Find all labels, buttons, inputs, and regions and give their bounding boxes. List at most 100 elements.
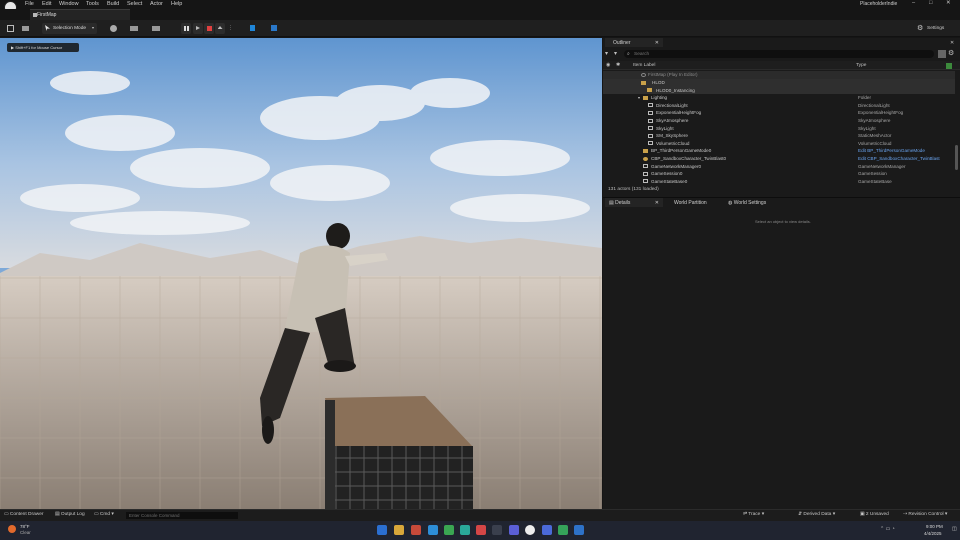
game-mode-icon <box>643 148 648 153</box>
outliner-row[interactable]: FirstMap (Play In Editor) <box>603 71 955 79</box>
derived-data-dropdown[interactable]: ⇵ Derived Data ▾ <box>798 512 835 517</box>
platforms-icon[interactable] <box>269 23 278 34</box>
system-tray-icons[interactable]: ⌃ ▭ ◔ <box>880 526 895 532</box>
add-actor-icon[interactable] <box>108 23 125 34</box>
outliner-row[interactable]: BP_ThirdPersonGameMode0 Edit BP_ThirdPer… <box>603 147 955 155</box>
menu-select[interactable]: Select <box>127 1 142 7</box>
row-label: SM_SkySphere <box>656 133 688 139</box>
revision-control-button[interactable]: ⇢ Revision Control ▾ <box>903 512 947 517</box>
output-log-button[interactable]: ▤ Output Log <box>55 512 85 517</box>
level-viewport[interactable] <box>0 38 602 509</box>
menu-tools[interactable]: Tools <box>86 1 99 7</box>
close-icon[interactable]: ✕ <box>946 0 951 6</box>
folder-icon <box>647 88 652 93</box>
minimize-icon[interactable]: – <box>912 0 915 6</box>
menu-edit[interactable]: Edit <box>42 1 51 7</box>
visibility-column-icon[interactable]: ◉ <box>606 62 610 68</box>
outliner-row[interactable]: SM_SkySphere StaticMeshActor <box>603 132 955 140</box>
taskbar-app-icon[interactable] <box>460 525 470 535</box>
tab-outliner[interactable]: Outliner ✕ <box>605 38 663 47</box>
tab-details[interactable]: ▤ Details ✕ <box>605 198 663 207</box>
outliner-row[interactable]: ExponentialHeightFog ExponentialHeightFo… <box>603 109 955 117</box>
project-name: PlaceholderIndie <box>860 1 898 7</box>
play-options-icon[interactable]: ⋮ <box>226 23 234 34</box>
content-browser-icon[interactable] <box>20 23 31 34</box>
tab-world-partition[interactable]: World Partition <box>665 198 720 207</box>
maximize-icon[interactable]: □ <box>929 0 932 6</box>
file-explorer-icon[interactable] <box>394 525 404 535</box>
edge-icon[interactable] <box>428 525 438 535</box>
eject-button[interactable] <box>215 23 225 34</box>
taskbar-app-icon[interactable] <box>558 525 568 535</box>
folder-add-icon[interactable] <box>938 50 946 58</box>
outliner-row[interactable]: VolumetricCloud VolumetricCloud <box>603 140 955 148</box>
outliner-scrollbar[interactable] <box>955 145 958 170</box>
blueprint-icon[interactable] <box>128 23 145 34</box>
close-panel-icon[interactable]: ✕ <box>950 40 954 46</box>
console-input[interactable]: Enter Console Command <box>126 512 238 519</box>
outliner-row[interactable]: GameNetworkManager0 GameNetworkManager <box>603 163 955 171</box>
document-tab-row <box>0 9 960 20</box>
row-type-edit-link[interactable]: Edit CBP_SandboxCharacter_TwinBlast <box>858 156 940 161</box>
unreal-engine-taskbar-icon[interactable] <box>525 525 535 535</box>
outliner-row[interactable]: HLOD <box>603 79 955 87</box>
tab-first-map[interactable]: FirstMap <box>30 9 130 20</box>
stop-button[interactable] <box>204 23 214 34</box>
outliner-settings-icon[interactable]: ⚙ <box>948 50 956 58</box>
details-tab-label: Details <box>615 200 631 206</box>
menu-help[interactable]: Help <box>171 1 182 7</box>
row-type: SkyAtmosphere <box>858 118 891 123</box>
terminal-icon[interactable] <box>492 525 502 535</box>
add-actor-outliner-icon[interactable]: ▾ <box>614 50 623 58</box>
trace-dropdown[interactable]: ⇌ Trace ▾ <box>743 512 764 517</box>
outliner-row[interactable]: GameSession0 GameSession <box>603 170 955 178</box>
close-icon[interactable]: ✕ <box>655 40 659 46</box>
row-type-edit-link[interactable]: Edit BP_ThirdPersonGameMode <box>858 148 925 153</box>
taskbar-app-icon[interactable] <box>542 525 552 535</box>
taskbar-app-icon[interactable] <box>574 525 584 535</box>
weather-condition: Clear <box>20 530 31 535</box>
cmd-dropdown[interactable]: ▭ Cmd ▾ <box>94 512 114 517</box>
save-icon[interactable] <box>5 23 16 34</box>
menu-window[interactable]: Window <box>59 1 79 7</box>
column-type[interactable]: Type <box>856 63 866 68</box>
outliner-search-input[interactable]: ⌕ Search <box>624 50 934 58</box>
row-label: BP_ThirdPersonGameMode0 <box>651 148 712 154</box>
outliner-row[interactable]: DirectionalLight DirectionalLight <box>603 102 955 110</box>
possess-icon[interactable] <box>248 23 257 34</box>
row-label: GameNetworkManager0 <box>651 163 702 169</box>
world-settings-tab-label: World Settings <box>733 200 767 206</box>
cinematics-icon[interactable] <box>150 23 167 34</box>
menu-bar: File Edit Window Tools Build Select Acto… <box>0 0 960 14</box>
outliner-options-icon[interactable] <box>946 62 952 69</box>
selection-mode-dropdown[interactable]: Selection Mode ▾ <box>42 23 97 34</box>
settings-button[interactable]: ⚙ Settings <box>915 23 955 34</box>
pause-button[interactable] <box>181 23 191 34</box>
close-icon[interactable]: ✕ <box>655 200 659 206</box>
outliner-row[interactable]: SkyLight SkyLight <box>603 125 955 133</box>
menu-file[interactable]: File <box>25 1 34 7</box>
add-filter-icon[interactable]: ▾ <box>605 50 613 58</box>
temperature: 78°F <box>20 524 30 529</box>
chrome-icon[interactable] <box>444 525 454 535</box>
outliner-row[interactable]: HLOD0_Instancing <box>603 86 955 95</box>
start-icon[interactable] <box>377 525 387 535</box>
column-item-label[interactable]: Item Label <box>633 63 655 68</box>
frame-skip-button[interactable] <box>193 23 203 34</box>
outliner-row[interactable]: ▾ Lighting Folder <box>603 94 955 102</box>
pin-column-icon[interactable]: ✱ <box>616 62 620 68</box>
content-drawer-button[interactable]: ▭ Content Drawer <box>4 512 43 517</box>
taskbar-app-icon[interactable] <box>411 525 421 535</box>
notifications-icon[interactable]: ◫ <box>952 526 957 532</box>
menu-actor[interactable]: Actor <box>150 1 163 7</box>
outliner-row[interactable]: CBP_SandboxCharacter_TwinBlast0 Edit CBP… <box>603 155 955 163</box>
row-label: DirectionalLight <box>656 102 688 108</box>
weather-icon[interactable] <box>8 525 16 533</box>
outliner-row[interactable]: SkyAtmosphere SkyAtmosphere <box>603 117 955 125</box>
taskbar-app-icon[interactable] <box>476 525 486 535</box>
unsaved-button[interactable]: ▣ 2 Unsaved <box>860 512 889 517</box>
visual-studio-icon[interactable] <box>509 525 519 535</box>
menu-build[interactable]: Build <box>107 1 119 7</box>
outliner-row[interactable]: GameStateBase0 GameStateBase <box>603 178 955 186</box>
tab-world-settings[interactable]: ◍ World Settings <box>724 198 784 207</box>
